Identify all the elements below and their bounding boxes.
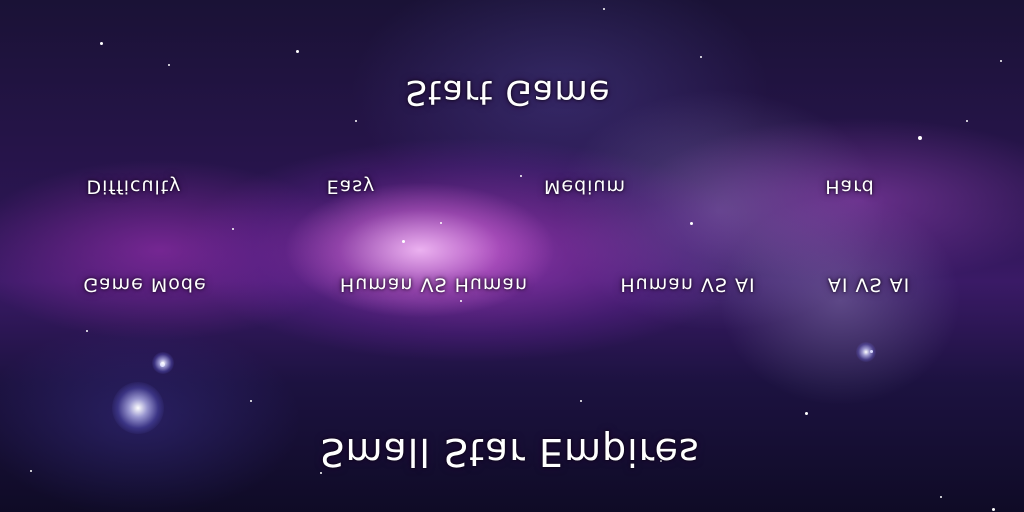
star (250, 400, 252, 402)
star (100, 42, 103, 45)
bright-star (112, 382, 164, 434)
star (603, 8, 605, 10)
star (440, 222, 442, 224)
game-mode-option-human-vs-human[interactable]: Human VS Human (340, 274, 528, 296)
star (168, 64, 170, 66)
start-game-button[interactable]: Start Game (405, 72, 610, 112)
game-menu-screen: Start Game Difficulty Easy Medium Hard G… (0, 0, 1024, 512)
star (355, 120, 357, 122)
bright-star (152, 352, 174, 374)
difficulty-option-medium[interactable]: Medium (544, 176, 626, 198)
bright-star (856, 342, 876, 362)
star (940, 496, 942, 498)
game-mode-label: Game Mode (83, 273, 207, 296)
star (966, 120, 968, 122)
star (805, 412, 808, 415)
star (580, 400, 582, 402)
difficulty-label: Difficulty (86, 175, 182, 198)
star (700, 56, 702, 58)
star (992, 508, 995, 511)
star (86, 330, 88, 332)
star (296, 50, 299, 53)
difficulty-option-hard[interactable]: Hard (825, 176, 874, 198)
star (1000, 60, 1002, 62)
star (690, 222, 693, 225)
difficulty-option-easy[interactable]: Easy (327, 176, 376, 198)
star (520, 175, 522, 177)
game-mode-option-human-vs-ai[interactable]: Human VS AI (620, 274, 755, 296)
game-mode-option-ai-vs-ai[interactable]: AI VS AI (828, 274, 910, 296)
star (30, 470, 32, 472)
star (402, 240, 405, 243)
game-title: Small Star Empires (320, 430, 700, 474)
star (232, 228, 234, 230)
star (460, 300, 462, 302)
star (918, 136, 922, 140)
